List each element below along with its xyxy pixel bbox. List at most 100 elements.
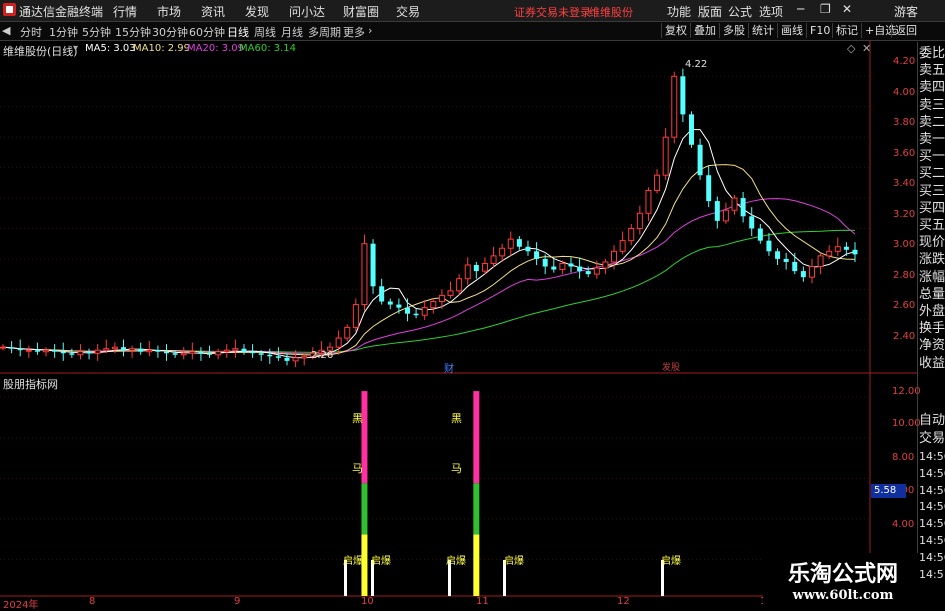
candle[interactable] [413, 313, 419, 316]
candle[interactable] [507, 238, 514, 249]
candle[interactable] [111, 346, 118, 350]
candle[interactable] [207, 353, 213, 355]
menu-trade[interactable]: 交易 [396, 3, 420, 20]
candle[interactable] [516, 239, 522, 247]
candle[interactable] [267, 354, 273, 357]
candle[interactable] [60, 351, 66, 354]
candle[interactable] [740, 198, 746, 217]
candle[interactable] [775, 251, 781, 259]
candle[interactable] [826, 250, 833, 257]
period-1min[interactable]: 1分钟 [49, 24, 78, 40]
candle[interactable] [284, 357, 290, 361]
candle[interactable] [680, 76, 686, 115]
candle[interactable] [241, 348, 247, 352]
candle[interactable] [602, 261, 609, 269]
period-intraday[interactable]: 分时 [20, 24, 42, 40]
candle[interactable] [438, 294, 445, 303]
candle[interactable] [636, 212, 643, 229]
candle[interactable] [172, 353, 178, 355]
candle[interactable] [25, 349, 32, 352]
candle[interactable] [697, 144, 703, 176]
candle[interactable] [146, 349, 153, 353]
candle[interactable] [464, 264, 471, 280]
candle[interactable] [559, 262, 566, 271]
period-5min[interactable]: 5分钟 [82, 24, 111, 40]
candle[interactable] [77, 351, 84, 356]
candle[interactable] [783, 258, 789, 262]
candle[interactable] [714, 201, 720, 221]
candle[interactable] [17, 348, 23, 351]
candle[interactable] [593, 267, 600, 275]
sysmenu-function[interactable]: 功能 [667, 3, 691, 20]
period-weekly[interactable]: 周线 [254, 24, 276, 40]
candle[interactable] [757, 228, 763, 241]
trade-login-notice[interactable]: 证券交易未登录 [514, 4, 591, 20]
candle[interactable] [52, 350, 58, 352]
candle[interactable] [852, 249, 858, 255]
candle[interactable] [611, 250, 618, 263]
candle[interactable] [688, 114, 694, 145]
candle[interactable] [654, 174, 661, 191]
period-60min[interactable]: 60分钟 [189, 24, 225, 40]
candle[interactable] [129, 348, 136, 351]
btn-back[interactable]: 返回 [891, 23, 920, 38]
candle[interactable] [103, 348, 110, 351]
candle[interactable] [258, 353, 264, 355]
kline-chart[interactable] [0, 40, 918, 609]
candle[interactable] [731, 197, 738, 211]
menu-wealth[interactable]: 财富圈 [343, 3, 379, 20]
btn-stats[interactable]: 统计 [748, 23, 777, 38]
menu-quotes[interactable]: 行情 [113, 3, 137, 20]
candle[interactable] [800, 271, 806, 278]
candle[interactable] [722, 209, 729, 222]
period-monthly[interactable]: 月线 [281, 24, 303, 40]
period-more[interactable]: 更多 [343, 24, 365, 40]
triangle-left-icon[interactable]: ◀ [2, 24, 10, 37]
candle[interactable] [490, 255, 497, 264]
candle[interactable] [706, 175, 712, 202]
candle[interactable] [421, 307, 428, 316]
menu-discover[interactable]: 发现 [245, 3, 269, 20]
candle[interactable] [430, 301, 437, 309]
candle[interactable] [189, 351, 196, 354]
candle[interactable] [568, 263, 574, 267]
candle[interactable] [447, 290, 454, 296]
candle[interactable] [619, 240, 626, 252]
candle[interactable] [499, 247, 506, 257]
candle[interactable] [396, 304, 402, 308]
candle[interactable] [275, 356, 281, 358]
sysmenu-options[interactable]: 选项 [759, 3, 783, 20]
candle[interactable] [379, 286, 385, 302]
sysmenu-formula[interactable]: 公式 [728, 3, 752, 20]
maximize-icon[interactable]: ❐ [820, 2, 831, 16]
candle[interactable] [749, 216, 755, 229]
menu-ask[interactable]: 问小达 [289, 3, 325, 20]
candle[interactable] [164, 351, 170, 354]
candle[interactable] [370, 243, 376, 287]
btn-overlay[interactable]: 叠加 [690, 23, 719, 38]
candle[interactable] [250, 351, 256, 354]
user-label[interactable]: 游客 [894, 3, 918, 20]
candle[interactable] [628, 227, 635, 242]
candle[interactable] [43, 349, 50, 353]
btn-mark[interactable]: 标记 [832, 23, 861, 38]
candle[interactable] [551, 266, 557, 270]
candle[interactable] [94, 349, 101, 354]
candle[interactable] [198, 351, 204, 354]
candle[interactable] [361, 243, 368, 306]
candle[interactable] [456, 278, 463, 292]
period-daily[interactable]: 日线 [227, 24, 249, 40]
event-marker-cai[interactable]: 财 [444, 360, 454, 375]
candle[interactable] [344, 326, 351, 339]
candle[interactable] [232, 348, 239, 351]
candle[interactable] [387, 301, 393, 305]
candle[interactable] [223, 349, 230, 353]
menu-news[interactable]: 资讯 [201, 3, 225, 20]
candle[interactable] [585, 271, 591, 275]
candle[interactable] [69, 353, 75, 355]
btn-adjust[interactable]: 复权 [661, 23, 690, 38]
close-icon[interactable]: ✕ [842, 2, 852, 16]
period-multi[interactable]: 多周期 [308, 24, 341, 40]
menu-market[interactable]: 市场 [157, 3, 181, 20]
period-30min[interactable]: 30分钟 [152, 24, 188, 40]
